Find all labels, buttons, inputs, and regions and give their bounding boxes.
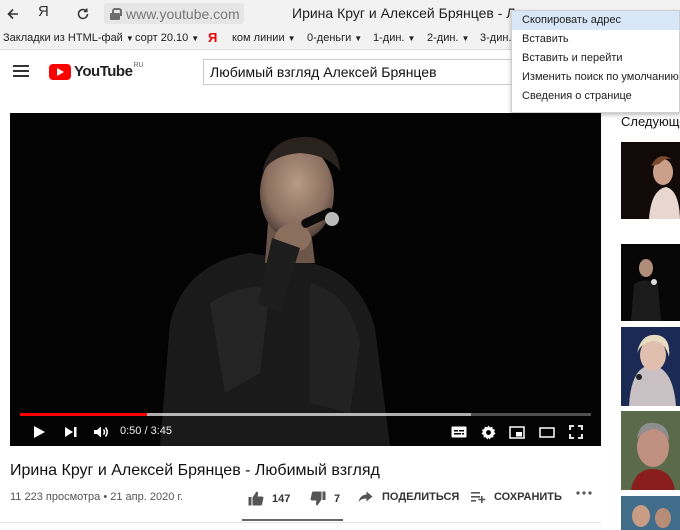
bookmark-folder[interactable]: 2-дин. ▼ <box>427 32 469 44</box>
lock-icon <box>110 7 122 20</box>
yandex-logo[interactable]: Я <box>38 3 49 20</box>
address-text: www.youtube.com <box>126 5 240 22</box>
thumbnail-image <box>621 142 680 219</box>
related-video-thumbnail[interactable] <box>621 327 680 406</box>
bookmark-label: Закладки из HTML-фай <box>3 32 123 44</box>
dislike-count: 7 <box>334 492 341 505</box>
bookmark-folder[interactable]: 1-дин. ▼ <box>373 32 415 44</box>
thumbnail-image <box>621 411 680 490</box>
theater-mode-icon[interactable] <box>538 422 556 442</box>
dislike-button[interactable]: 7 <box>310 491 340 506</box>
youtube-logo-text: YouTube <box>74 63 133 80</box>
back-arrow-icon[interactable] <box>2 3 24 25</box>
up-next-label: Следующее <box>621 114 680 129</box>
bookmark-label: сорт 20.10 <box>135 32 189 44</box>
bookmark-yandex[interactable]: Я <box>208 30 217 45</box>
youtube-region: RU <box>133 62 144 69</box>
bookmark-label: ком линии <box>232 32 285 44</box>
youtube-play-icon <box>49 63 71 80</box>
search-input[interactable]: Любимый взгляд Алексей Брянцев <box>203 59 513 85</box>
subtitles-icon[interactable] <box>450 422 468 442</box>
like-button[interactable]: 147 <box>248 491 290 506</box>
tab-title: Ирина Круг и Алексей Брянцев - Любимый в… <box>292 5 522 21</box>
related-video-thumbnail[interactable] <box>621 411 680 490</box>
thumbnail-image <box>621 244 680 321</box>
youtube-logo[interactable]: YouTube RU <box>49 62 144 80</box>
time-display: 0:50 / 3:45 <box>120 425 172 437</box>
thumbs-down-icon <box>310 491 326 506</box>
add-to-playlist-icon <box>471 491 486 503</box>
bookmark-label: 1-дин. <box>373 32 405 44</box>
more-horizontal-icon <box>576 491 592 495</box>
menu-item-page-info[interactable]: Сведения о странице <box>512 87 679 106</box>
play-icon[interactable] <box>30 422 48 442</box>
menu-item-paste[interactable]: Вставить <box>512 30 679 49</box>
like-count: 147 <box>272 492 291 505</box>
video-title: Ирина Круг и Алексей Брянцев - Любимый в… <box>10 462 380 479</box>
menu-item-paste-and-go[interactable]: Вставить и перейти <box>512 49 679 68</box>
bookmark-folder[interactable]: сорт 20.10 ▼ <box>135 32 199 44</box>
search-value: Любимый взгляд Алексей Брянцев <box>210 64 437 80</box>
thumbnail-image <box>621 327 680 406</box>
more-actions-button[interactable] <box>576 491 592 495</box>
bookmark-folder[interactable]: Закладки из HTML-фай ▼ <box>3 32 134 44</box>
views-and-date: 11 223 просмотра • 21 апр. 2020 г. <box>10 491 184 503</box>
bookmark-label: 0-деньги <box>307 32 352 44</box>
bookmark-folder[interactable]: 0-деньги ▼ <box>307 32 362 44</box>
related-video-thumbnail[interactable] <box>621 496 680 530</box>
reload-icon[interactable] <box>72 3 94 25</box>
related-video-thumbnail[interactable] <box>621 142 680 219</box>
thumbnail-image <box>621 496 680 530</box>
divider <box>0 522 601 523</box>
sentiment-bar <box>242 519 343 521</box>
thumbs-up-icon <box>248 491 264 506</box>
fullscreen-icon[interactable] <box>567 422 585 442</box>
related-video-thumbnail[interactable] <box>621 244 680 321</box>
menu-item-copy-address[interactable]: Скопировать адрес <box>512 11 679 30</box>
video-player[interactable]: 0:50 / 3:45 <box>10 113 601 446</box>
volume-icon[interactable] <box>92 422 110 442</box>
save-button[interactable]: СОХРАНИТЬ <box>471 491 562 503</box>
played-bar <box>20 413 147 416</box>
menu-item-change-default-search[interactable]: Изменить поиск по умолчанию <box>512 68 679 87</box>
share-icon <box>358 491 373 503</box>
bookmark-label: 3-дин. <box>480 32 512 44</box>
next-icon[interactable] <box>62 422 80 442</box>
context-menu: Скопировать адрес Вставить Вставить и пе… <box>511 10 680 113</box>
menu-icon[interactable] <box>13 65 29 77</box>
share-label: ПОДЕЛИТЬСЯ <box>382 491 460 503</box>
progress-bar[interactable] <box>20 413 591 416</box>
bookmark-folder[interactable]: ком линии ▼ <box>232 32 296 44</box>
miniplayer-icon[interactable] <box>508 422 526 442</box>
video-frame <box>10 113 601 446</box>
bookmark-label: 2-дин. <box>427 32 459 44</box>
save-label: СОХРАНИТЬ <box>494 491 562 503</box>
settings-gear-icon[interactable] <box>479 422 497 442</box>
address-bar[interactable]: www.youtube.com <box>104 3 244 24</box>
share-button[interactable]: ПОДЕЛИТЬСЯ <box>358 491 459 503</box>
